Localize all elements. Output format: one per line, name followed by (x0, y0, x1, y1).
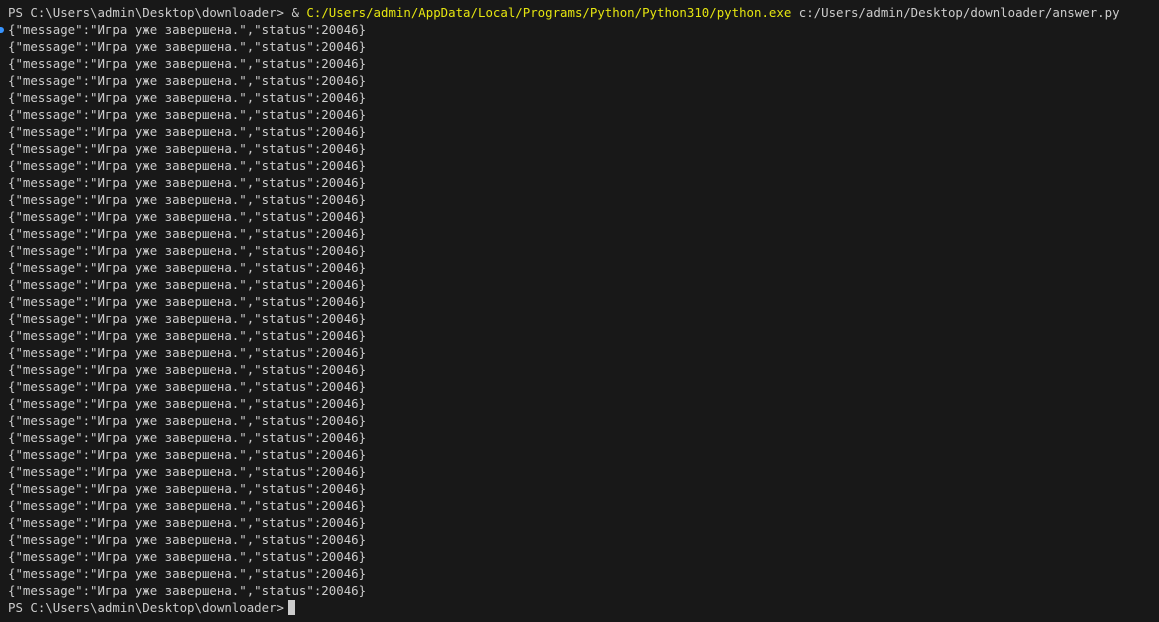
output-line: {"message":"Игра уже завершена.","status… (8, 209, 367, 224)
output-line: {"message":"Игра уже завершена.","status… (8, 260, 367, 275)
output-line: {"message":"Игра уже завершена.","status… (8, 464, 367, 479)
output-line: {"message":"Игра уже завершена.","status… (8, 294, 367, 309)
output-line: {"message":"Игра уже завершена.","status… (8, 396, 367, 411)
output-line: {"message":"Игра уже завершена.","status… (8, 566, 367, 581)
output-line: {"message":"Игра уже завершена.","status… (8, 243, 367, 258)
output-line: {"message":"Игра уже завершена.","status… (8, 175, 367, 190)
output-line: {"message":"Игра уже завершена.","status… (8, 498, 367, 513)
command-decoration-marker[interactable] (0, 27, 4, 33)
output-line: {"message":"Игра уже завершена.","status… (8, 311, 367, 326)
output-line: {"message":"Игра уже завершена.","status… (8, 141, 367, 156)
output-line: {"message":"Игра уже завершена.","status… (8, 39, 367, 54)
output-line: {"message":"Игра уже завершена.","status… (8, 345, 367, 360)
command-line: PS C:\Users\admin\Desktop\downloader> & … (8, 4, 1159, 21)
command-executable: C:/Users/admin/AppData/Local/Programs/Py… (306, 5, 792, 20)
command-argument: c:/Users/admin/Desktop/downloader/answer… (791, 5, 1120, 20)
output-lines: {"message":"Игра уже завершена.","status… (8, 21, 1159, 599)
output-line: {"message":"Игра уже завершена.","status… (8, 583, 367, 598)
output-line: {"message":"Игра уже завершена.","status… (8, 277, 367, 292)
output-line: {"message":"Игра уже завершена.","status… (8, 226, 367, 241)
output-line: {"message":"Игра уже завершена.","status… (8, 22, 367, 37)
text-cursor (288, 600, 296, 615)
output-line: {"message":"Игра уже завершена.","status… (8, 413, 367, 428)
output-line: {"message":"Игра уже завершена.","status… (8, 532, 367, 547)
output-line: {"message":"Игра уже завершена.","status… (8, 56, 367, 71)
output-line: {"message":"Игра уже завершена.","status… (8, 90, 367, 105)
terminal-output: PS C:\Users\admin\Desktop\downloader> & … (8, 4, 1159, 616)
output-line: {"message":"Игра уже завершена.","status… (8, 362, 367, 377)
output-line: {"message":"Игра уже завершена.","status… (8, 447, 367, 462)
output-line: {"message":"Игра уже завершена.","status… (8, 515, 367, 530)
output-line: {"message":"Игра уже завершена.","status… (8, 124, 367, 139)
output-line: {"message":"Игра уже завершена.","status… (8, 192, 367, 207)
output-line: {"message":"Игра уже завершена.","status… (8, 430, 367, 445)
output-line: {"message":"Игра уже завершена.","status… (8, 73, 367, 88)
final-prompt-line[interactable]: PS C:\Users\admin\Desktop\downloader> (8, 599, 1159, 616)
output-line: {"message":"Игра уже завершена.","status… (8, 158, 367, 173)
command-prompt: PS C:\Users\admin\Desktop\downloader> (8, 5, 292, 20)
output-line: {"message":"Игра уже завершена.","status… (8, 379, 367, 394)
terminal-panel[interactable]: PS C:\Users\admin\Desktop\downloader> & … (0, 0, 1159, 622)
command-operator: & (291, 5, 307, 20)
output-line: {"message":"Игра уже завершена.","status… (8, 481, 367, 496)
output-line: {"message":"Игра уже завершена.","status… (8, 107, 367, 122)
output-line: {"message":"Игра уже завершена.","status… (8, 549, 367, 564)
output-line: {"message":"Игра уже завершена.","status… (8, 328, 367, 343)
final-prompt: PS C:\Users\admin\Desktop\downloader> (8, 600, 285, 615)
